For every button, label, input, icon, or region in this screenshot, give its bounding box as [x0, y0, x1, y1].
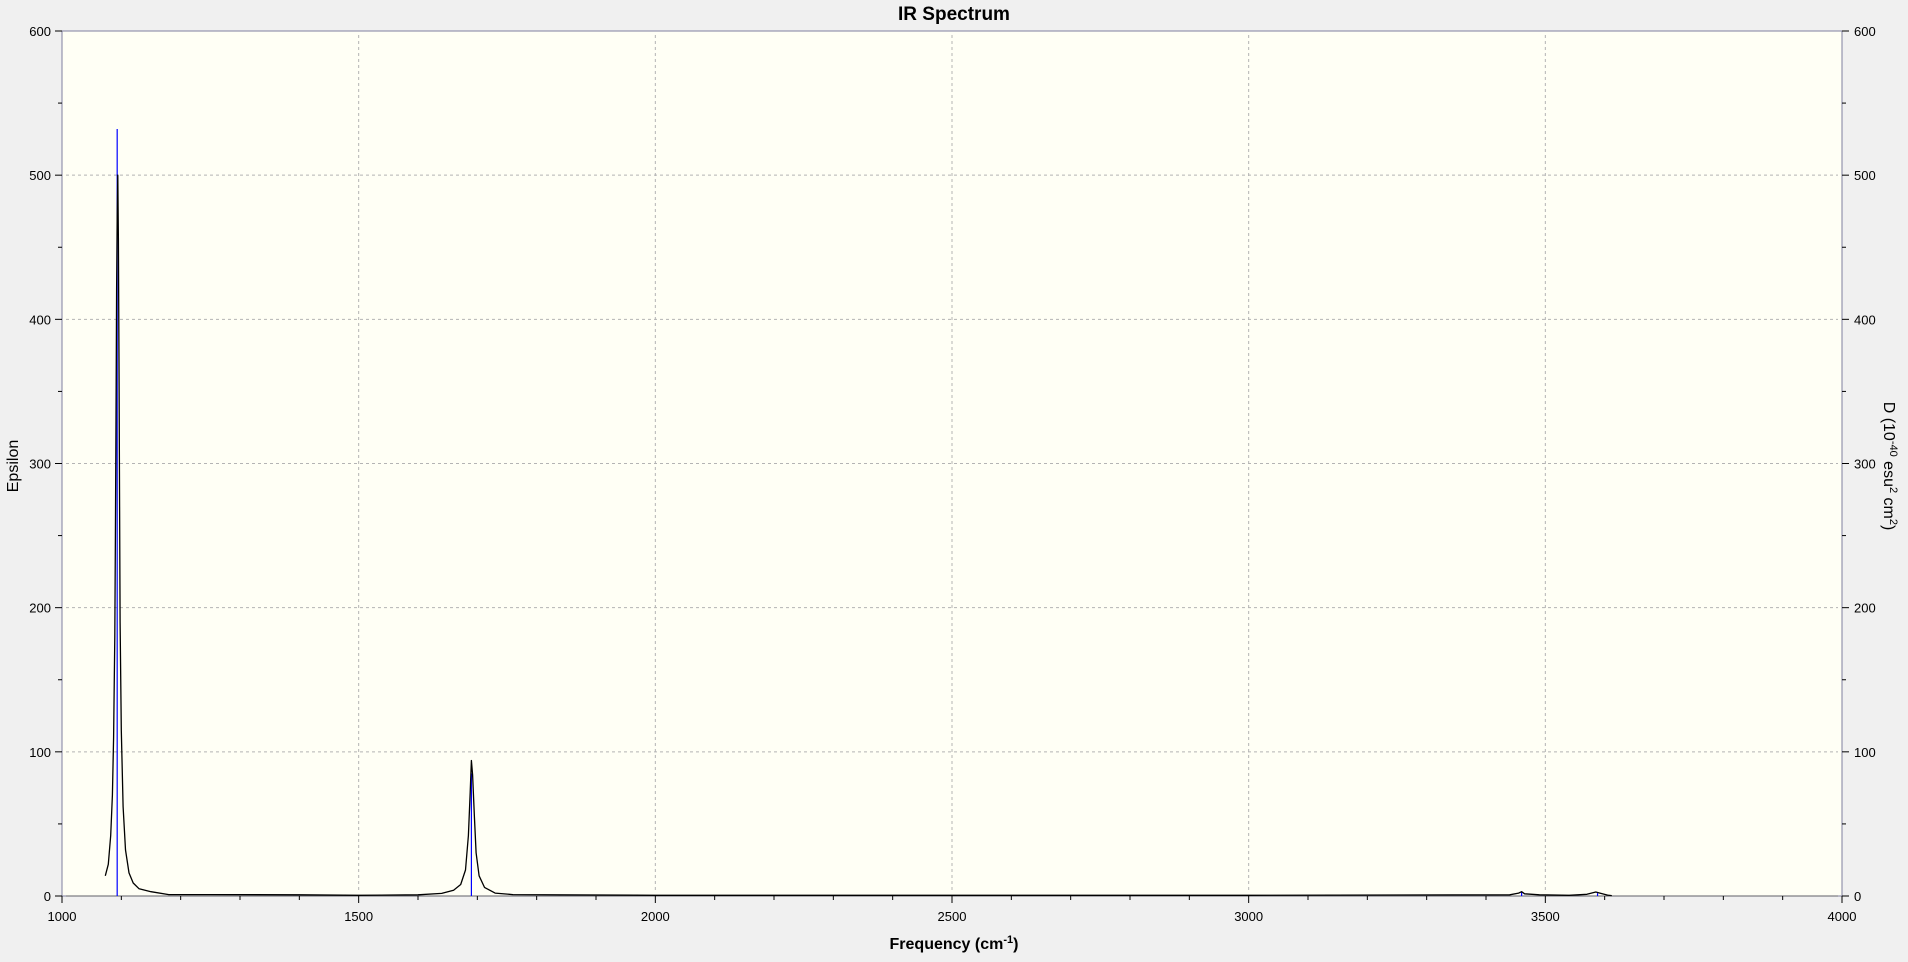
x-axis-title: Frequency (cm-1)	[890, 934, 1019, 953]
chart-title: IR Spectrum	[898, 4, 1010, 25]
y2-axis-title: D (10-40 esu2 cm2)	[1880, 402, 1899, 531]
ir-spectrum-chart: 1000 1500 2000 2500 3000 3500 4000 0 100 200 300 40…	[0, 0, 1908, 957]
x-tick-label: 2500	[938, 909, 967, 924]
y2-tick-label: 100	[1854, 745, 1876, 760]
y-tick-label: 500	[29, 168, 51, 183]
x-tick-label: 1000	[48, 909, 77, 924]
y2-tick-label: 400	[1854, 312, 1876, 327]
y-tick-label: 200	[29, 601, 51, 616]
y2-tick-label: 600	[1854, 24, 1876, 39]
x-tick-label: 2000	[641, 909, 670, 924]
x-tick-label: 3500	[1531, 909, 1560, 924]
y-tick-label: 400	[29, 312, 51, 327]
y-axis-title: Epsilon	[5, 440, 22, 492]
y2-tick-label: 300	[1854, 457, 1876, 472]
y-tick-label: 300	[29, 457, 51, 472]
y-tick-label: 600	[29, 24, 51, 39]
y2-tick-label: 500	[1854, 168, 1876, 183]
y-tick-label: 100	[29, 745, 51, 760]
y2-tick-label: 0	[1854, 889, 1861, 904]
x-tick-label: 1500	[344, 909, 373, 924]
x-tick-label: 3000	[1234, 909, 1263, 924]
chart-svg: 1000 1500 2000 2500 3000 3500 4000010020030040…	[5, 4, 1899, 953]
x-tick-label: 4000	[1828, 909, 1857, 924]
y-tick-label: 0	[44, 889, 51, 904]
y2-tick-label: 200	[1854, 601, 1876, 616]
